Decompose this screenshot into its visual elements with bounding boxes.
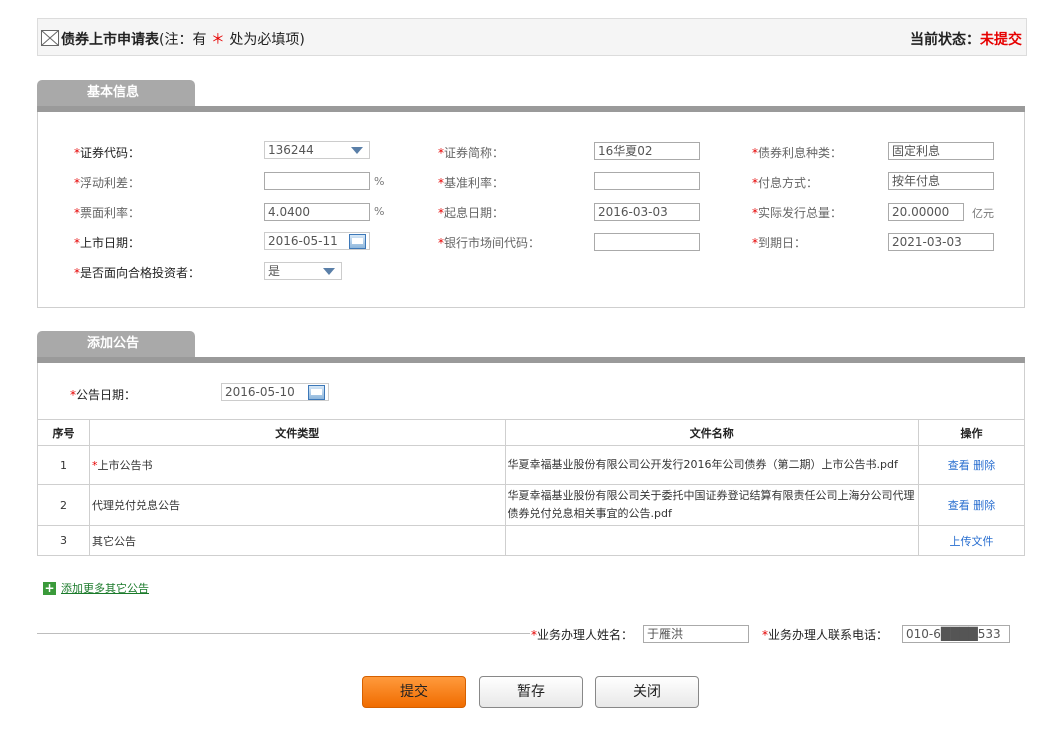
required-star: ＊ xyxy=(210,32,225,48)
calendar-icon[interactable] xyxy=(349,234,366,249)
handler-phone-input[interactable]: 010-6████533 xyxy=(902,625,1010,643)
delete-link[interactable]: 删除 xyxy=(973,459,995,472)
interbank-code-input[interactable] xyxy=(594,233,700,251)
coupon-rate-label: *票面利率： xyxy=(74,206,141,220)
interbank-code-label: *银行市场间代码： xyxy=(438,236,541,250)
col-header-type: 文件类型 xyxy=(88,419,506,446)
handler-phone-label: *业务办理人联系电话： xyxy=(762,628,889,642)
note-suffix: 处为必填项) xyxy=(229,32,305,48)
row-file-name: 华夏幸福基业股份有限公司公开发行2016年公司债券（第二期）上市公告书.pdf xyxy=(504,445,920,485)
mail-icon xyxy=(41,30,59,46)
save-draft-button[interactable]: 暂存 xyxy=(479,676,583,708)
rate-type-label: *债券利息种类： xyxy=(752,146,843,160)
listing-date-label: *上市日期： xyxy=(74,236,141,250)
basic-info-panel: *证券代码： 136244 *证券简称： 16华夏02 *债券利息种类： 固定利… xyxy=(37,112,1025,308)
announcement-table: 序号 文件类型 文件名称 操作 1 *上市公告书 华夏幸福基业股份有限公司公开发… xyxy=(37,419,1025,556)
col-header-name: 文件名称 xyxy=(504,419,920,446)
note-prefix: (注：有 xyxy=(159,32,207,48)
row-file-name xyxy=(504,525,920,556)
base-rate-label: *基准利率： xyxy=(438,176,505,190)
status-indicator: 当前状态：未提交 xyxy=(910,29,1022,49)
chevron-down-icon xyxy=(351,147,363,154)
coupon-rate-input[interactable]: 4.0400 xyxy=(264,203,370,221)
upload-file-link[interactable]: 上传文件 xyxy=(950,535,994,548)
view-link[interactable]: 查看 xyxy=(948,499,970,512)
row-type: 代理兑付兑息公告 xyxy=(88,484,506,526)
row-type: *上市公告书 xyxy=(88,445,506,485)
bond-code-select[interactable]: 136244 xyxy=(264,141,370,159)
announce-date-input[interactable]: 2016-05-10 xyxy=(221,383,329,401)
qualified-investors-label: *是否面向合格投资者： xyxy=(74,266,201,280)
view-link[interactable]: 查看 xyxy=(948,459,970,472)
handler-name-label: *业务办理人姓名： xyxy=(531,628,634,642)
plus-icon: + xyxy=(43,580,56,595)
basic-info-section: 基本信息 *证券代码： 136244 *证券简称： 16华夏02 *债券利息种类… xyxy=(37,80,1025,308)
table-row: 1 *上市公告书 华夏幸福基业股份有限公司公开发行2016年公司债券（第二期）上… xyxy=(37,445,1025,485)
form-title-line: 债券上市申请表(注：有 ＊ 处为必填项) xyxy=(61,29,305,49)
bond-abbr-label: *证券简称： xyxy=(438,146,505,160)
value-date-input[interactable]: 2016-03-03 xyxy=(594,203,700,221)
announcement-section: 添加公告 *公告日期： 2016-05-10 序号 文件类型 文件名称 操作 1… xyxy=(37,331,1025,556)
row-type: 其它公告 xyxy=(88,525,506,556)
chevron-down-icon xyxy=(323,268,335,275)
row-actions: 查看 删除 xyxy=(918,445,1025,485)
pay-method-label: *付息方式： xyxy=(752,176,819,190)
float-spread-unit: % xyxy=(374,175,385,188)
row-file-name: 华夏幸福基业股份有限公司关于委托中国证券登记结算有限责任公司上海分公司代理债券兑… xyxy=(504,484,920,526)
pay-method-input[interactable]: 按年付息 xyxy=(888,172,994,190)
calendar-icon[interactable] xyxy=(308,385,325,400)
status-label: 当前状态： xyxy=(910,32,980,48)
tab-add-announcement[interactable]: 添加公告 xyxy=(37,331,195,357)
add-more-link[interactable]: 添加更多其它公告 xyxy=(61,580,149,596)
row-actions: 上传文件 xyxy=(918,525,1025,556)
float-spread-input[interactable] xyxy=(264,172,370,190)
submit-button[interactable]: 提交 xyxy=(362,676,466,708)
float-spread-label: *浮动利差： xyxy=(74,176,141,190)
row-actions: 查看 删除 xyxy=(918,484,1025,526)
table-header-row: 序号 文件类型 文件名称 操作 xyxy=(37,419,1025,446)
handler-name-input[interactable]: 于雁洪 xyxy=(643,625,749,643)
issue-total-label: *实际发行总量： xyxy=(752,206,843,220)
announce-date-label: *公告日期： xyxy=(70,388,137,402)
qualified-investors-select[interactable]: 是 xyxy=(264,262,342,280)
issue-total-input[interactable]: 20.00000 xyxy=(888,203,964,221)
base-rate-input[interactable] xyxy=(594,172,700,190)
maturity-date-input[interactable]: 2021-03-03 xyxy=(888,233,994,251)
col-header-actions: 操作 xyxy=(918,419,1025,446)
form-title: 债券上市申请表 xyxy=(61,32,159,48)
delete-link[interactable]: 删除 xyxy=(973,499,995,512)
bond-code-label: *证券代码： xyxy=(74,146,141,160)
issue-total-unit: 亿元 xyxy=(972,207,994,220)
coupon-rate-unit: % xyxy=(374,205,385,218)
bond-abbr-input[interactable]: 16华夏02 xyxy=(594,142,700,160)
table-row: 2 代理兑付兑息公告 华夏幸福基业股份有限公司关于委托中国证券登记结算有限责任公… xyxy=(37,484,1025,526)
add-more-announcements[interactable]: + 添加更多其它公告 xyxy=(43,580,149,596)
status-value: 未提交 xyxy=(980,32,1022,48)
rate-type-input[interactable]: 固定利息 xyxy=(888,142,994,160)
announce-date-panel: *公告日期： 2016-05-10 xyxy=(37,363,1025,419)
close-button[interactable]: 关闭 xyxy=(595,676,699,708)
row-no: 1 xyxy=(37,445,90,485)
maturity-date-label: *到期日： xyxy=(752,236,807,250)
row-no: 2 xyxy=(37,484,90,526)
listing-date-input[interactable]: 2016-05-11 xyxy=(264,232,370,250)
table-row: 3 其它公告 上传文件 xyxy=(37,525,1025,556)
divider xyxy=(37,633,530,634)
tab-basic-info[interactable]: 基本信息 xyxy=(37,80,195,106)
value-date-label: *起息日期： xyxy=(438,206,505,220)
col-header-no: 序号 xyxy=(37,419,90,446)
form-header-bar: 债券上市申请表(注：有 ＊ 处为必填项) 当前状态：未提交 xyxy=(37,18,1027,56)
row-no: 3 xyxy=(37,525,90,556)
